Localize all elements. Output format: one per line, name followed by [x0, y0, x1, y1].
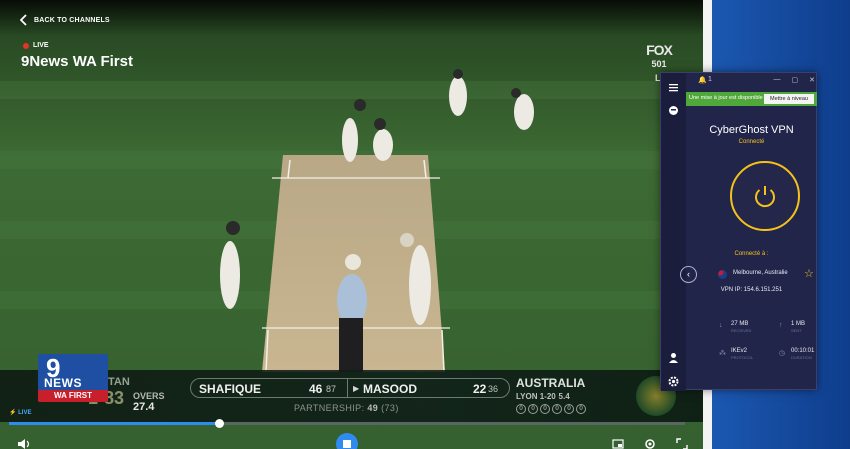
recent-ball: 0 — [564, 404, 574, 414]
video-player[interactable]: BACK TO CHANNELS LIVE 9News WA First FOX… — [0, 0, 703, 449]
chevron-left-icon[interactable]: ‹ — [680, 266, 697, 283]
upload-label: SENT — [791, 328, 802, 333]
connection-status: Connecté — [738, 139, 765, 145]
power-button[interactable] — [730, 161, 800, 231]
download-value: 27 MB — [731, 321, 749, 327]
account-icon[interactable] — [668, 350, 679, 363]
nine-news-logo: 9 NEWS WA FIRST — [38, 354, 108, 402]
window-controls: — ▢ ✕ — [774, 76, 816, 84]
recent-ball: 0 — [576, 404, 586, 414]
menu-icon[interactable] — [668, 80, 679, 92]
batter1-balls: 87 — [326, 384, 337, 394]
duration-stat: 00:10:01 DURATION — [791, 348, 814, 360]
live-badge-small: ⚡ LIVE — [9, 410, 32, 416]
progress-bar[interactable] — [9, 419, 685, 428]
duration-value: 00:10:01 — [791, 348, 815, 354]
back-to-channels-label: BACK TO CHANNELS — [34, 16, 110, 24]
channel-title: 9News WA First — [21, 53, 133, 70]
minimize-icon[interactable]: — — [774, 76, 781, 84]
watermark-channel: 501 — [651, 59, 667, 69]
server-location[interactable]: Melbourne, Australie — [733, 270, 788, 276]
bowler-name: LYON 1-20 — [516, 392, 556, 401]
team-left-name: TAN — [108, 376, 130, 388]
protocol-label: PROTOCOL — [731, 355, 754, 360]
location-row: ‹ Melbourne, Australie ☆ — [680, 266, 817, 283]
on-strike-icon: ▶ — [353, 384, 360, 393]
team-right-name: AUSTRALIA — [516, 376, 586, 390]
batter2-balls: 36 — [488, 384, 499, 394]
partnership-value: 49 — [367, 403, 379, 413]
upload-value: 1 MB — [791, 321, 806, 327]
cyberghost-window: 🔔 1 — ▢ ✕ Une mise à jour est disponible… — [660, 72, 817, 391]
notification-count: 1 — [708, 76, 712, 83]
download-arrow-icon: ↓ — [719, 322, 723, 329]
vpn-ip: VPN IP: 154.6.151.251 — [720, 287, 783, 293]
ghost-icon[interactable] — [668, 103, 679, 115]
partnership: PARTNERSHIP: 49 (73) — [294, 403, 399, 413]
clock-icon: ◷ — [779, 350, 786, 357]
bell-icon[interactable]: 🔔 — [698, 76, 707, 84]
volume-icon[interactable] — [17, 438, 31, 449]
cast-icon[interactable] — [612, 439, 624, 449]
recent-ball: 0 — [528, 404, 538, 414]
fullscreen-icon[interactable] — [676, 438, 688, 449]
batter2-name: MASOOD — [363, 382, 417, 396]
live-dot-icon — [23, 42, 29, 49]
recent-ball: 0 — [540, 404, 550, 414]
update-message: Une mise à jour est disponible ! — [689, 95, 766, 101]
live-label: LIVE — [33, 42, 49, 49]
power-icon — [755, 186, 775, 208]
app-title: CyberGhost VPN — [709, 124, 794, 136]
batter2-runs: 22 — [473, 382, 487, 396]
partnership-label: PARTNERSHIP: — [294, 403, 365, 413]
batter1-runs: 46 — [309, 382, 323, 396]
upload-stat: 1 MB SENT — [791, 321, 805, 333]
upload-arrow-icon: ↑ — [779, 322, 783, 329]
recent-balls: 0 0 0 0 0 0 — [516, 404, 586, 414]
bowler-overs: 5.4 — [558, 392, 570, 401]
download-label: RECEIVED — [731, 328, 752, 333]
protocol-value: IKEv2 — [731, 348, 748, 354]
watermark-network: FOX — [646, 42, 673, 58]
connected-to-label: Connecté à : — [734, 251, 769, 257]
settings-gear-icon[interactable] — [668, 374, 679, 387]
logo-word: NEWS — [44, 376, 82, 390]
logo-region: WA FIRST — [38, 390, 108, 402]
download-stat: 27 MB RECEIVED — [731, 321, 751, 333]
recent-ball: 0 — [552, 404, 562, 414]
screen: BACK TO CHANNELS LIVE 9News WA First FOX… — [0, 0, 850, 449]
bowler-figures: LYON 1-20 5.4 — [516, 391, 570, 402]
maximize-icon[interactable]: ▢ — [792, 76, 799, 84]
progress-fill — [9, 422, 219, 425]
batter1-name: SHAFIQUE — [199, 382, 262, 396]
duration-label: DURATION — [791, 355, 812, 360]
overs-value: 27.4 — [133, 401, 155, 413]
live-badge-label: LIVE — [18, 410, 32, 416]
back-arrow-icon — [20, 14, 27, 26]
progress-handle[interactable] — [214, 419, 224, 428]
batters-divider — [347, 379, 348, 397]
partnership-balls: (73) — [381, 403, 399, 413]
protocol-stat: IKEv2 PROTOCOL — [731, 348, 753, 360]
play-pause-icon[interactable] — [336, 433, 358, 449]
protocol-icon: ⁂ — [719, 350, 726, 357]
live-indicator: LIVE — [23, 42, 49, 49]
back-to-channels-button[interactable]: BACK TO CHANNELS — [20, 14, 110, 26]
batters-panel: SHAFIQUE 46 87 ▶ MASOOD 22 36 — [190, 378, 510, 398]
australia-flag-icon — [718, 270, 727, 279]
cyberghost-titlebar: 🔔 1 — ▢ ✕ — [686, 73, 817, 89]
recent-ball: 0 — [516, 404, 526, 414]
overs-label: OVERS — [133, 391, 165, 401]
upgrade-button[interactable]: Mettre à niveau — [764, 94, 814, 104]
settings-icon[interactable] — [644, 438, 656, 449]
close-icon[interactable]: ✕ — [809, 76, 815, 84]
update-banner: Une mise à jour est disponible ! Mettre … — [686, 92, 817, 106]
cyberghost-sidebar — [661, 73, 686, 391]
favorite-star-icon[interactable]: ☆ — [804, 267, 814, 280]
